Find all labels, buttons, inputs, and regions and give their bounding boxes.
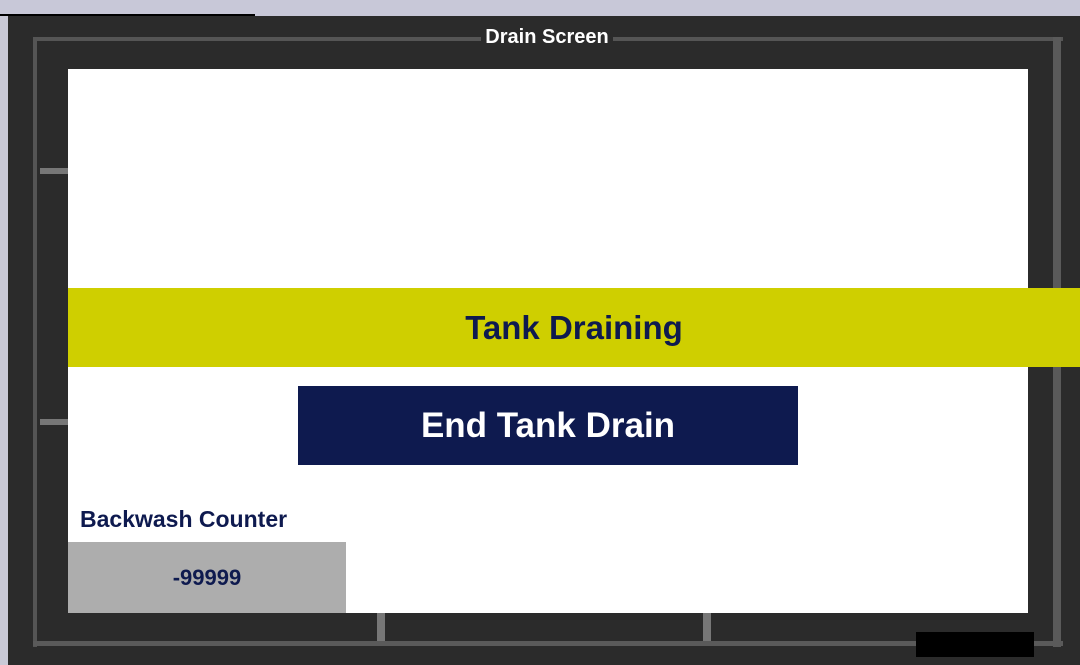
bezel-tick-bottom-right xyxy=(703,613,711,641)
bezel-tick-bottom-left xyxy=(377,613,385,641)
window-title-text: Drain Screen xyxy=(481,26,613,48)
backwash-counter-value: -99999 xyxy=(68,542,346,613)
hmi-frame: Drain Screen Tank Draining End Tank Drai… xyxy=(0,0,1080,665)
bezel-bottom xyxy=(33,641,1063,646)
backwash-counter-label: Backwash Counter xyxy=(80,506,288,532)
bezel-left xyxy=(33,37,37,647)
bezel-tick-left-upper xyxy=(40,168,68,174)
end-tank-drain-button[interactable]: End Tank Drain xyxy=(298,386,798,465)
status-banner: Tank Draining xyxy=(68,288,1080,367)
bezel-tick-left-lower xyxy=(40,419,68,425)
window-title: Drain Screen xyxy=(0,20,1080,54)
status-indicator-box xyxy=(916,632,1034,657)
